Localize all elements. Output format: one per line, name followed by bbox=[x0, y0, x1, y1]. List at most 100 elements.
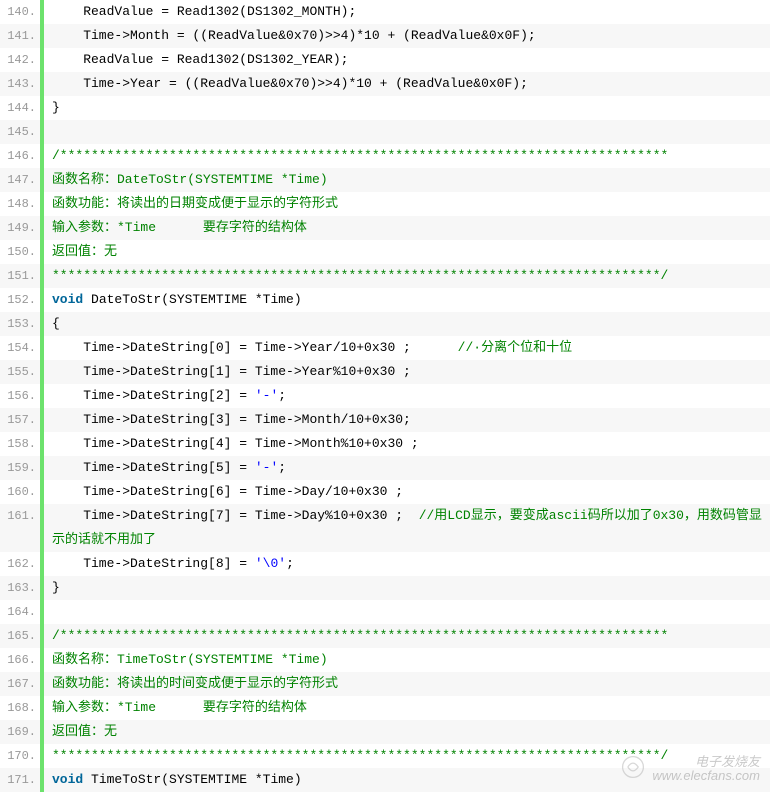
token-string: '\0' bbox=[255, 556, 286, 571]
code-content: 函数功能：将读出的时间变成便于显示的字符形式 bbox=[44, 672, 338, 696]
code-line: 170.************************************… bbox=[0, 744, 770, 768]
code-content: } bbox=[44, 96, 60, 120]
line-number: 170. bbox=[0, 744, 40, 768]
code-content: 返回值：无 bbox=[44, 240, 117, 264]
line-number: 161. bbox=[0, 504, 40, 528]
code-content: /***************************************… bbox=[44, 624, 668, 648]
token-comment: 函数功能：将读出的时间变成便于显示的字符形式 bbox=[52, 676, 338, 691]
line-number: 163. bbox=[0, 576, 40, 600]
code-line: 164. bbox=[0, 600, 770, 624]
code-content: void TimeToStr(SYSTEMTIME *Time) bbox=[44, 768, 302, 792]
token-comment: 函数名称：TimeToStr(SYSTEMTIME *Time) bbox=[52, 652, 328, 667]
line-number: 149. bbox=[0, 216, 40, 240]
token-plain: Time->DateString[4] = Time->Month%10+0x3… bbox=[52, 436, 419, 451]
token-comment: //·分离个位和十位 bbox=[458, 340, 572, 355]
code-line: 156. Time->DateString[2] = '-'; bbox=[0, 384, 770, 408]
code-line: 141. Time->Month = ((ReadValue&0x70)>>4)… bbox=[0, 24, 770, 48]
line-number: 155. bbox=[0, 360, 40, 384]
code-content: Time->DateString[7] = Time->Day%10+0x30 … bbox=[44, 504, 770, 552]
line-number: 143. bbox=[0, 72, 40, 96]
line-number: 169. bbox=[0, 720, 40, 744]
code-line: 169.返回值：无 bbox=[0, 720, 770, 744]
code-line: 157. Time->DateString[3] = Time->Month/1… bbox=[0, 408, 770, 432]
code-content: 返回值：无 bbox=[44, 720, 117, 744]
code-line: 160. Time->DateString[6] = Time->Day/10+… bbox=[0, 480, 770, 504]
token-plain: Time->DateString[5] = bbox=[52, 460, 255, 475]
code-line: 146. /***********************************… bbox=[0, 144, 770, 168]
code-content: 函数功能：将读出的日期变成便于显示的字符形式 bbox=[44, 192, 338, 216]
code-content: 函数名称：DateToStr(SYSTEMTIME *Time) bbox=[44, 168, 328, 192]
code-content bbox=[44, 600, 60, 624]
token-plain: Time->DateString[7] = Time->Day%10+0x30 … bbox=[52, 508, 419, 523]
token-plain: ; bbox=[278, 460, 286, 475]
code-content: ****************************************… bbox=[44, 264, 668, 288]
code-line: 159. Time->DateString[5] = '-'; bbox=[0, 456, 770, 480]
code-line: 142. ReadValue = Read1302(DS1302_YEAR); bbox=[0, 48, 770, 72]
code-line: 166. 函数名称：TimeToStr(SYSTEMTIME *Time) bbox=[0, 648, 770, 672]
code-line: 152.void DateToStr(SYSTEMTIME *Time) bbox=[0, 288, 770, 312]
line-number: 144. bbox=[0, 96, 40, 120]
token-string: '-' bbox=[255, 388, 278, 403]
code-line: 155. Time->DateString[1] = Time->Year%10… bbox=[0, 360, 770, 384]
code-container: 140. ReadValue = Read1302(DS1302_MONTH);… bbox=[0, 0, 770, 792]
line-number: 146. bbox=[0, 144, 40, 168]
code-line: 168. 输入参数：*Time 要存字符的结构体 bbox=[0, 696, 770, 720]
token-plain: Time->DateString[6] = Time->Day/10+0x30 … bbox=[52, 484, 403, 499]
line-number: 150. bbox=[0, 240, 40, 264]
code-line: 171.void TimeToStr(SYSTEMTIME *Time) bbox=[0, 768, 770, 792]
token-plain: ReadValue = Read1302(DS1302_MONTH); bbox=[52, 4, 356, 19]
code-content: Time->DateString[6] = Time->Day/10+0x30 … bbox=[44, 480, 403, 504]
code-line: 158. Time->DateString[4] = Time->Month%1… bbox=[0, 432, 770, 456]
code-line: 167. 函数功能：将读出的时间变成便于显示的字符形式 bbox=[0, 672, 770, 696]
line-number: 167. bbox=[0, 672, 40, 696]
code-line: 143. Time->Year = ((ReadValue&0x70)>>4)*… bbox=[0, 72, 770, 96]
token-comment: /***************************************… bbox=[52, 148, 668, 163]
token-plain: ReadValue = Read1302(DS1302_YEAR); bbox=[52, 52, 348, 67]
token-keyword: void bbox=[52, 292, 83, 307]
code-line: 150. 返回值：无 bbox=[0, 240, 770, 264]
token-plain: DateToStr(SYSTEMTIME *Time) bbox=[83, 292, 301, 307]
line-number: 142. bbox=[0, 48, 40, 72]
code-content: /***************************************… bbox=[44, 144, 668, 168]
line-number: 158. bbox=[0, 432, 40, 456]
code-line: 162. Time->DateString[8] = '\0'; bbox=[0, 552, 770, 576]
token-plain: Time->DateString[3] = Time->Month/10+0x3… bbox=[52, 412, 411, 427]
code-content: } bbox=[44, 576, 60, 600]
line-number: 156. bbox=[0, 384, 40, 408]
line-number: 154. bbox=[0, 336, 40, 360]
code-content: Time->DateString[0] = Time->Year/10+0x30… bbox=[44, 336, 572, 360]
code-content bbox=[44, 120, 60, 144]
token-plain: Time->Month = ((ReadValue&0x70)>>4)*10 +… bbox=[52, 28, 536, 43]
token-plain: { bbox=[52, 316, 60, 331]
code-content: Time->DateString[8] = '\0'; bbox=[44, 552, 294, 576]
code-content: Time->DateString[2] = '-'; bbox=[44, 384, 286, 408]
code-line: 145. bbox=[0, 120, 770, 144]
line-number: 168. bbox=[0, 696, 40, 720]
line-number: 148. bbox=[0, 192, 40, 216]
token-plain: ; bbox=[278, 388, 286, 403]
code-content: 函数名称：TimeToStr(SYSTEMTIME *Time) bbox=[44, 648, 328, 672]
token-comment: 输入参数：*Time 要存字符的结构体 bbox=[52, 700, 307, 715]
code-line: 154. Time->DateString[0] = Time->Year/10… bbox=[0, 336, 770, 360]
line-number: 153. bbox=[0, 312, 40, 336]
code-line: 147.函数名称：DateToStr(SYSTEMTIME *Time) bbox=[0, 168, 770, 192]
token-comment: 返回值：无 bbox=[52, 244, 117, 259]
code-content: 输入参数：*Time 要存字符的结构体 bbox=[44, 696, 307, 720]
code-line: 153. { bbox=[0, 312, 770, 336]
code-line: 149. 输入参数：*Time 要存字符的结构体 bbox=[0, 216, 770, 240]
line-number: 140. bbox=[0, 0, 40, 24]
code-content: 输入参数：*Time 要存字符的结构体 bbox=[44, 216, 307, 240]
token-comment: 输入参数：*Time 要存字符的结构体 bbox=[52, 220, 307, 235]
line-number: 166. bbox=[0, 648, 40, 672]
line-number: 151. bbox=[0, 264, 40, 288]
token-plain: Time->DateString[8] = bbox=[52, 556, 255, 571]
token-plain: Time->DateString[1] = Time->Year%10+0x30… bbox=[52, 364, 411, 379]
token-comment: ****************************************… bbox=[52, 268, 668, 283]
line-number: 165. bbox=[0, 624, 40, 648]
token-plain: Time->DateString[2] = bbox=[52, 388, 255, 403]
token-plain: ; bbox=[286, 556, 294, 571]
token-plain bbox=[52, 604, 60, 619]
token-keyword: void bbox=[52, 772, 83, 787]
code-line: 148.函数功能：将读出的日期变成便于显示的字符形式 bbox=[0, 192, 770, 216]
code-content: Time->Year = ((ReadValue&0x70)>>4)*10 + … bbox=[44, 72, 528, 96]
